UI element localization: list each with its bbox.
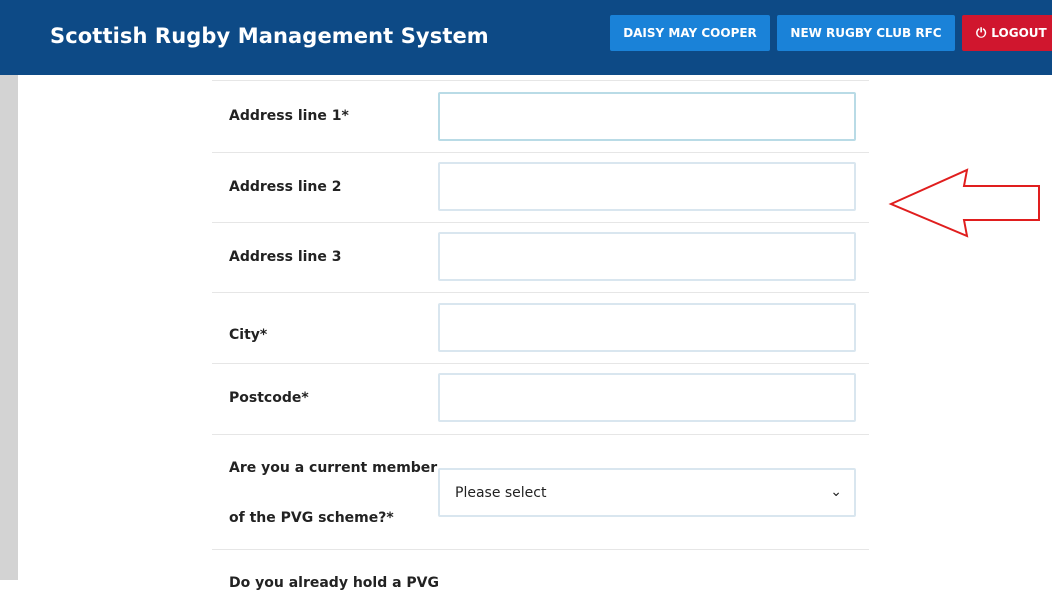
form-row-address1: Address line 1* — [212, 80, 869, 153]
power-icon: ⏻ — [976, 25, 987, 41]
logout-button[interactable]: ⏻ LOGOUT — [962, 15, 1052, 51]
address2-input[interactable] — [438, 162, 856, 211]
address1-label: Address line 1* — [229, 108, 349, 124]
sidebar-edge — [0, 75, 18, 580]
next-question-label: Do you already hold a PVG — [229, 575, 439, 591]
address2-label: Address line 2 — [229, 179, 342, 195]
pvg-label-line1: Are you a current member — [229, 460, 438, 476]
address3-input[interactable] — [438, 232, 856, 281]
postcode-label: Postcode* — [229, 390, 309, 406]
app-title: Scottish Rugby Management System — [50, 24, 489, 48]
pvg-label-line2: of the PVG scheme?* — [229, 510, 394, 526]
address3-label: Address line 3 — [229, 249, 342, 265]
city-input[interactable] — [438, 303, 856, 352]
top-navigation-bar: Scottish Rugby Management System DAISY M… — [0, 0, 1052, 75]
form-row-city: City* — [212, 292, 869, 364]
user-account-button[interactable]: DAISY MAY COOPER — [610, 15, 770, 51]
form-row-next: Do you already hold a PVG — [212, 549, 869, 591]
form-row-pvg: Are you a current member of the PVG sche… — [212, 434, 869, 550]
form-row-postcode: Postcode* — [212, 363, 869, 435]
postcode-input[interactable] — [438, 373, 856, 422]
logout-label: LOGOUT — [991, 26, 1047, 40]
club-selector-button[interactable]: NEW RUGBY CLUB RFC — [777, 15, 955, 51]
annotation-arrow-icon — [888, 168, 1040, 238]
city-label: City* — [229, 327, 268, 343]
form-row-address3: Address line 3 — [212, 222, 869, 293]
address1-input[interactable] — [438, 92, 856, 141]
chevron-down-icon: ⌄ — [830, 484, 842, 500]
pvg-select-value: Please select — [455, 484, 547, 501]
pvg-select[interactable]: Please select ⌄ — [438, 468, 856, 517]
form-row-address2: Address line 2 — [212, 152, 869, 223]
